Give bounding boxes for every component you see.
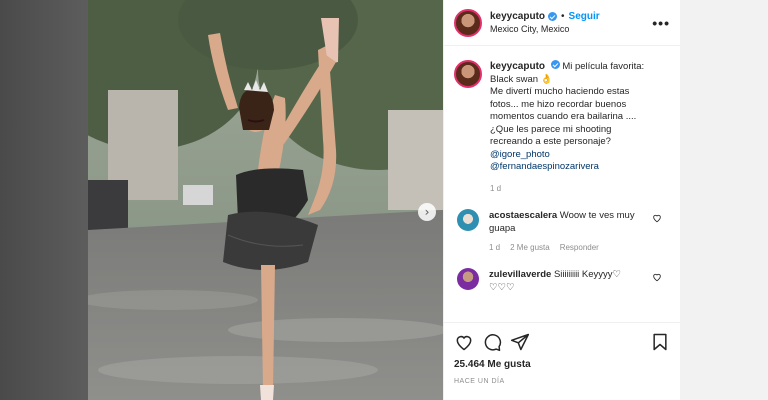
likes-count[interactable]: 25.464 Me gusta	[454, 359, 670, 370]
comment-meta: 1 d 2 Me gusta Responder	[489, 241, 639, 254]
comment-likes[interactable]: 2 Me gusta	[510, 241, 550, 254]
post-header: keyycaputo • Seguir Mexico City, Mexico …	[444, 0, 680, 46]
comment-item: acostaescalera Woow te ves muy guapa 1 d…	[454, 209, 670, 254]
caption-text-line: recreando a este personaje?	[490, 136, 611, 147]
caption-text-line: ¿Que les parece mi shooting	[490, 123, 612, 135]
action-icons	[454, 331, 670, 353]
comment-bubble-icon[interactable]	[482, 332, 502, 352]
comment-body: zulevillaverde Siiiiiiiii Keyyyy♡ ♡♡♡	[489, 268, 639, 294]
caption-body: keyycaputo Mi película favorita: Black s…	[490, 60, 650, 195]
author-avatar[interactable]	[454, 8, 482, 37]
author-info: keyycaputo • Seguir Mexico City, Mexico	[490, 11, 600, 34]
share-paper-plane-icon[interactable]	[510, 332, 530, 352]
post-photo[interactable]: ›	[88, 0, 443, 400]
post-location[interactable]: Mexico City, Mexico	[490, 24, 600, 34]
caption-avatar[interactable]	[454, 60, 482, 88]
verified-badge-icon	[550, 60, 560, 69]
caption-text-line: Black swan 👌	[490, 73, 553, 85]
commenter-username[interactable]: zulevillaverde	[489, 269, 551, 280]
like-comment-heart-icon[interactable]	[652, 272, 662, 282]
caption-text-line: Me divertí mucho haciendo estas	[490, 86, 630, 97]
caption-text-line: momentos cuando era bailarina ....	[490, 111, 637, 122]
post-side-panel: keyycaputo • Seguir Mexico City, Mexico …	[443, 0, 680, 400]
caption: keyycaputo Mi película favorita: Black s…	[454, 60, 670, 195]
like-comment-heart-icon[interactable]	[652, 213, 662, 223]
caption-username[interactable]: keyycaputo	[490, 61, 545, 72]
follow-button[interactable]: Seguir	[569, 11, 600, 22]
post-actions: 25.464 Me gusta HACE UN DÍA	[444, 322, 680, 400]
reply-button[interactable]: Responder	[560, 241, 599, 254]
chevron-right-icon: ›	[424, 205, 430, 219]
comment-body: acostaescalera Woow te ves muy guapa 1 d…	[489, 209, 639, 254]
commenter-avatar[interactable]	[457, 268, 479, 290]
separator-dot: •	[561, 11, 565, 22]
next-photo-button[interactable]: ›	[418, 203, 436, 221]
ballerina-photo	[88, 0, 443, 400]
verified-badge-icon	[548, 12, 558, 21]
backdrop-right	[678, 0, 768, 400]
post-time-ago[interactable]: HACE UN DÍA	[454, 378, 670, 385]
more-options-icon[interactable]: •••	[652, 15, 670, 31]
post-modal: › keyycaputo • Seguir Mexico City, Mexic…	[88, 0, 680, 400]
mention-link[interactable]: @igore_photo	[490, 149, 650, 162]
caption-time[interactable]: 1 d	[490, 183, 650, 196]
commenter-avatar[interactable]	[457, 209, 479, 231]
caption-text-line: fotos... me hizo recordar buenos	[490, 98, 627, 110]
comments-section[interactable]: keyycaputo Mi película favorita: Black s…	[444, 46, 680, 322]
save-bookmark-icon[interactable]	[650, 332, 670, 352]
comment-item: zulevillaverde Siiiiiiiii Keyyyy♡ ♡♡♡	[454, 268, 670, 294]
like-heart-icon[interactable]	[454, 332, 474, 352]
comment-time[interactable]: 1 d	[489, 241, 500, 254]
mention-link[interactable]: @fernandaespinozarivera	[490, 161, 650, 174]
caption-text-line: Mi película favorita:	[562, 61, 645, 72]
commenter-username[interactable]: acostaescalera	[489, 210, 557, 221]
author-username[interactable]: keyycaputo	[490, 11, 545, 22]
